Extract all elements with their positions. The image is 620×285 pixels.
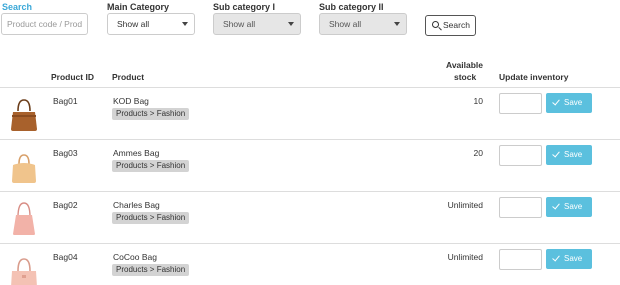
- inventory-input[interactable]: [499, 197, 542, 218]
- main-category-select[interactable]: Show all: [107, 13, 195, 35]
- save-button-label: Save: [564, 150, 583, 159]
- inventory-input[interactable]: [499, 93, 542, 114]
- chevron-down-icon: [288, 22, 294, 26]
- save-button-label: Save: [564, 254, 583, 263]
- main-category-value: Show all: [117, 19, 150, 29]
- check-icon: [552, 253, 560, 262]
- check-icon: [552, 97, 560, 106]
- save-button[interactable]: Save: [546, 93, 592, 113]
- search-group: Search: [2, 2, 32, 13]
- table-header: Product ID Product Available stock Updat…: [0, 56, 620, 88]
- sub-category-2-label: Sub category II: [319, 2, 384, 12]
- available-stock: 10: [473, 96, 483, 106]
- category-badge: Products > Fashion: [112, 212, 190, 224]
- header-stock-line1: Available: [446, 60, 484, 70]
- bag-thumbnail: [13, 202, 35, 235]
- available-stock: Unlimited: [447, 252, 483, 262]
- available-stock: 20: [473, 148, 483, 158]
- main-category-label: Main Category: [107, 2, 170, 12]
- filter-bar: Search Main Category Show all Sub catego…: [0, 0, 620, 40]
- chevron-down-icon: [394, 22, 400, 26]
- bag-thumbnail: [11, 258, 37, 285]
- save-button-label: Save: [564, 202, 583, 211]
- search-icon: [432, 21, 439, 28]
- bag-body: [12, 163, 36, 183]
- search-button-label: Search: [443, 20, 470, 30]
- search-label: Search: [2, 2, 33, 12]
- product-name: KOD Bag: [113, 96, 149, 106]
- category-badge: Products > Fashion: [112, 108, 190, 120]
- save-button[interactable]: Save: [546, 145, 592, 165]
- main-category-group: Main Category: [107, 2, 169, 13]
- product-id: Bag02: [53, 200, 78, 210]
- product-id: Bag01: [53, 96, 78, 106]
- sub-category-2-value: Show all: [329, 19, 362, 29]
- search-button[interactable]: Search: [425, 15, 476, 36]
- search-input[interactable]: [1, 13, 88, 35]
- bag-body: [13, 215, 35, 235]
- header-product-id: Product ID: [51, 72, 94, 82]
- chevron-down-icon: [182, 22, 188, 26]
- save-button-label: Save: [564, 98, 583, 107]
- bag-body: [11, 112, 37, 131]
- sub-category-2-select[interactable]: Show all: [319, 13, 407, 35]
- sub-category-1-group: Sub category I: [213, 2, 275, 13]
- product-id: Bag04: [53, 252, 78, 262]
- sub-category-2-group: Sub category II: [319, 2, 384, 13]
- save-button[interactable]: Save: [546, 249, 592, 269]
- bag-thumbnail: [11, 99, 37, 131]
- header-update-inventory: Update inventory: [499, 72, 569, 82]
- product-name: Charles Bag: [113, 200, 160, 210]
- category-badge: Products > Fashion: [112, 264, 190, 276]
- sub-category-1-value: Show all: [223, 19, 256, 29]
- category-badge: Products > Fashion: [112, 160, 190, 172]
- sub-category-1-label: Sub category I: [213, 2, 276, 12]
- product-id: Bag03: [53, 148, 78, 158]
- sub-category-1-select[interactable]: Show all: [213, 13, 301, 35]
- table-row: Bag04 CoCoo Bag Products > Fashion Unlim…: [0, 244, 620, 285]
- inventory-input[interactable]: [499, 145, 542, 166]
- product-name: CoCoo Bag: [113, 252, 157, 262]
- check-icon: [552, 149, 560, 158]
- header-product: Product: [112, 72, 145, 82]
- table-row: Bag01 KOD Bag Products > Fashion 10 Save: [0, 88, 620, 140]
- bag-thumbnail: [12, 154, 36, 183]
- available-stock: Unlimited: [447, 200, 483, 210]
- inventory-input[interactable]: [499, 249, 542, 270]
- table-row: Bag02 Charles Bag Products > Fashion Unl…: [0, 192, 620, 244]
- header-stock-line2: stock: [454, 72, 477, 82]
- table-row: Bag03 Ammes Bag Products > Fashion 20 Sa…: [0, 140, 620, 192]
- save-button[interactable]: Save: [546, 197, 592, 217]
- product-name: Ammes Bag: [113, 148, 160, 158]
- check-icon: [552, 201, 560, 210]
